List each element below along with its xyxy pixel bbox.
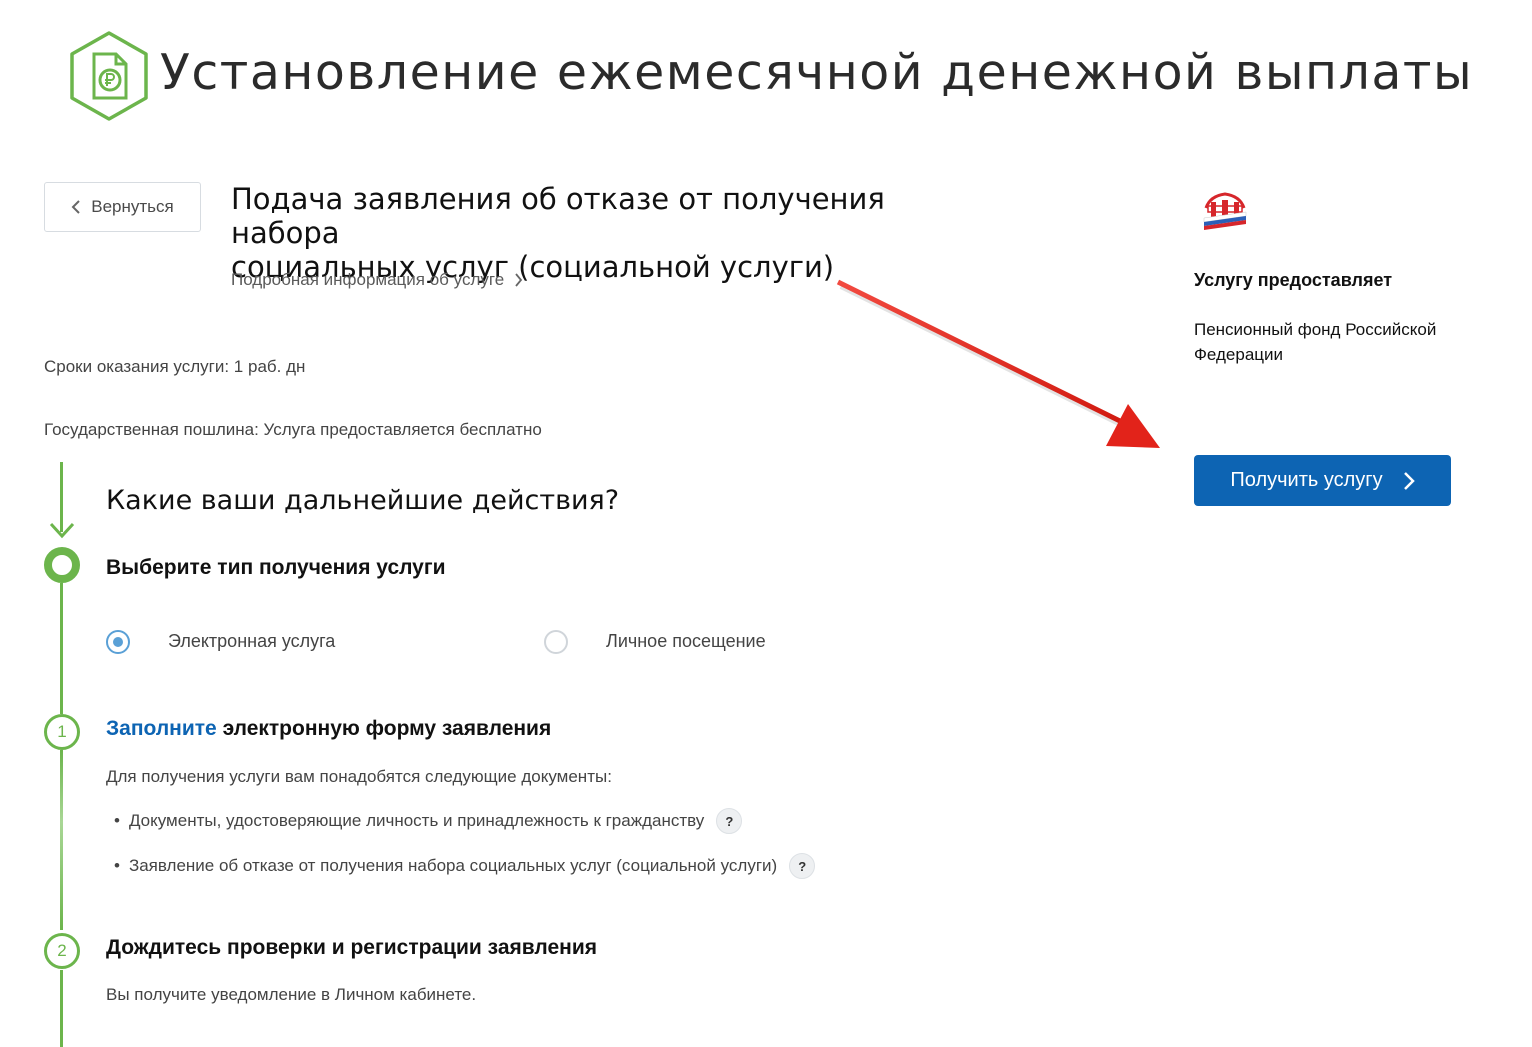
service-title-line1: Подача заявления об отказе от получения …: [231, 182, 885, 250]
back-button-label: Вернуться: [91, 197, 174, 216]
step-number-2: 2: [44, 933, 80, 969]
document-item-label: Документы, удостоверяющие личность и при…: [128, 811, 705, 830]
provider-label: Услугу предоставляет: [1194, 270, 1393, 290]
step-1-text: Для получения услуги вам понадобятся сле…: [106, 767, 612, 786]
timeline-line: [60, 583, 63, 714]
arrow-down-icon: [49, 522, 75, 539]
annotation-arrow: [836, 279, 1160, 448]
chevron-right-icon: [1403, 471, 1415, 490]
service-title: Подача заявления об отказе от получения …: [231, 182, 991, 284]
provider-name: Пенсионный фонд Российской Федерации: [1194, 317, 1484, 367]
help-icon[interactable]: ?: [789, 853, 816, 879]
provider-name-line1: Пенсионный фонд Российской: [1194, 320, 1437, 339]
step-indicator-current: [44, 547, 80, 583]
more-info-label: Подробная информация об услуге: [231, 270, 505, 289]
pfr-logo-icon: [1203, 192, 1247, 230]
timeline-line: [60, 970, 63, 1047]
choose-type-title: Выберите тип получения услуги: [106, 556, 446, 579]
chevron-right-icon: [515, 273, 523, 287]
radio-personal-visit[interactable]: [544, 630, 568, 654]
chevron-left-icon: [71, 200, 80, 214]
radio-electronic-label[interactable]: Электронная услуга: [168, 631, 335, 652]
help-icon[interactable]: ?: [716, 808, 743, 834]
step-number-1: 1: [44, 714, 80, 750]
ruble-document-icon: [70, 31, 148, 121]
service-terms: Сроки оказания услуги: 1 раб. дн: [44, 357, 306, 376]
service-fee: Государственная пошлина: Услуга предоста…: [44, 420, 542, 439]
get-service-label: Получить услугу: [1230, 469, 1383, 491]
document-item: • Документы, удостоверяющие личность и п…: [114, 808, 743, 834]
timeline-line: [60, 750, 63, 930]
next-actions-heading: Какие ваши дальнейшие действия?: [106, 485, 620, 516]
document-item-label: Заявление об отказе от получения набора …: [128, 856, 778, 875]
step-2-text: Вы получите уведомление в Личном кабинет…: [106, 985, 477, 1004]
step-2-title: Дождитесь проверки и регистрации заявлен…: [106, 936, 597, 959]
get-service-button[interactable]: Получить услугу: [1194, 455, 1451, 506]
page-title: Установление ежемесячной денежной выплат…: [160, 44, 1474, 101]
more-info-link[interactable]: Подробная информация об услуге: [231, 270, 523, 290]
radio-electronic[interactable]: [106, 630, 130, 654]
provider-name-line2: Федерации: [1194, 345, 1284, 364]
back-button[interactable]: Вернуться: [44, 182, 201, 232]
step-1-title: Заполните электронную форму заявления: [106, 717, 551, 741]
fill-form-link[interactable]: Заполните: [106, 717, 217, 740]
step-1-title-rest: электронную форму заявления: [216, 717, 552, 740]
document-item: • Заявление об отказе от получения набор…: [114, 853, 816, 879]
radio-personal-visit-label[interactable]: Личное посещение: [606, 631, 766, 652]
